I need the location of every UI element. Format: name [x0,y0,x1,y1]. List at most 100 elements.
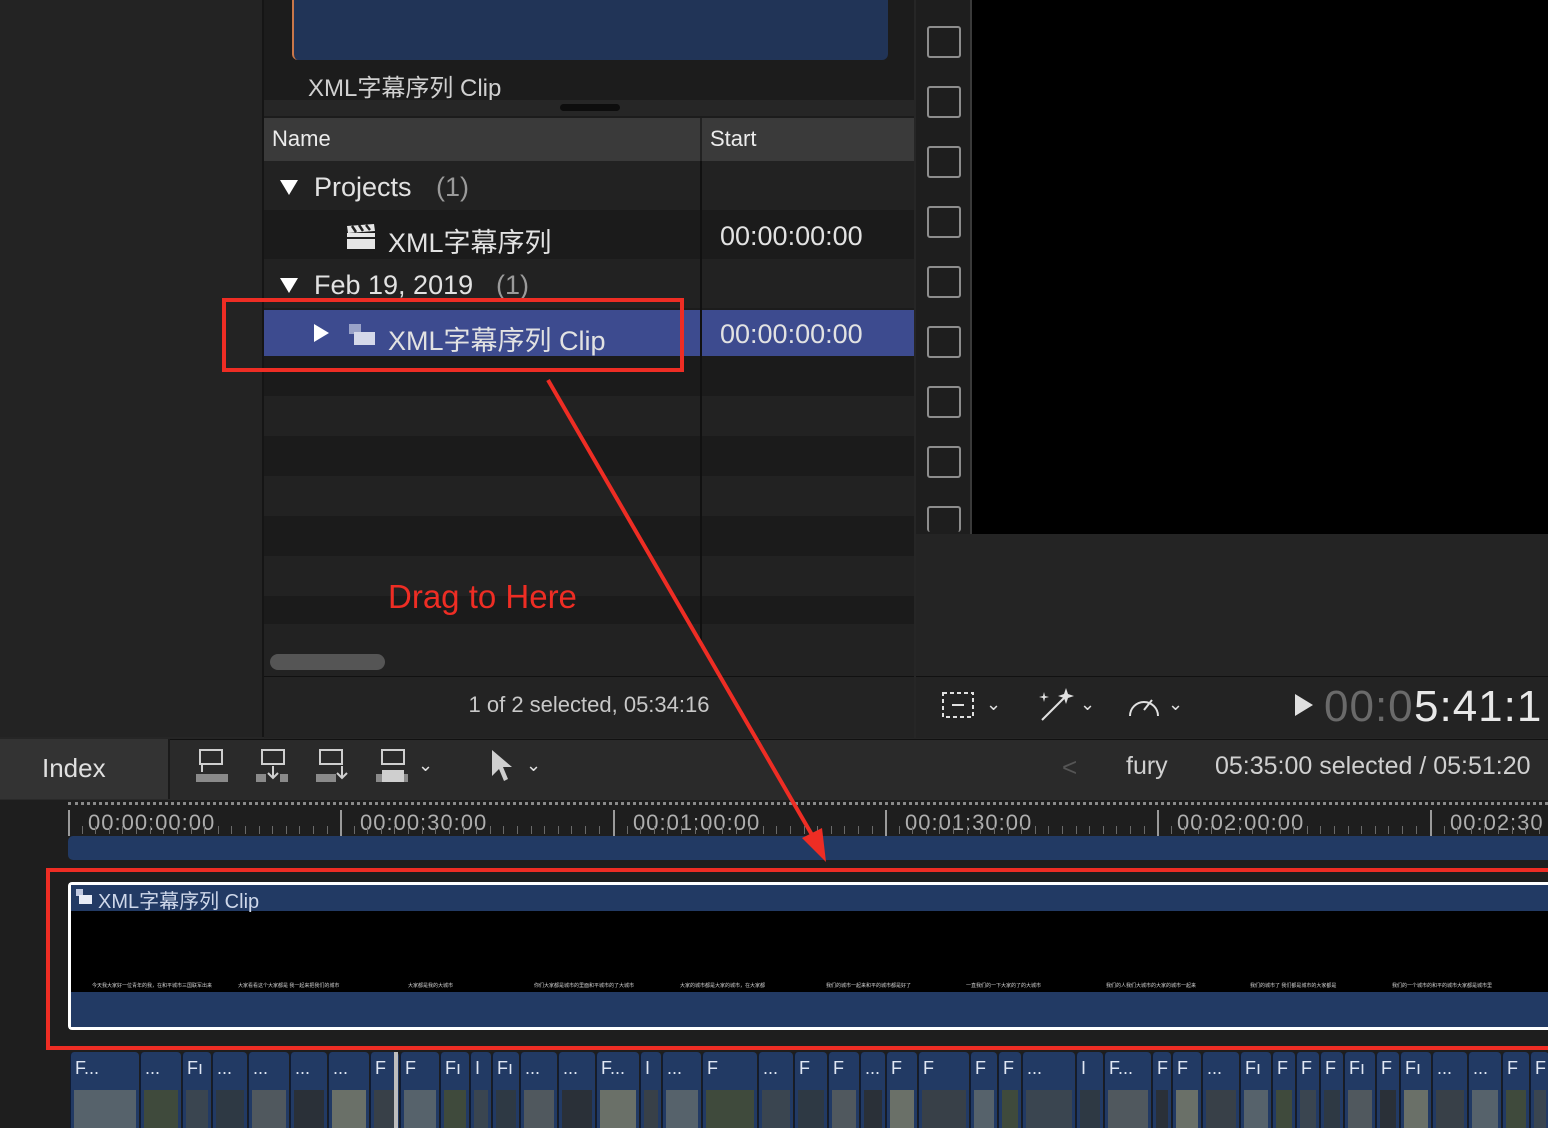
storyline-clip[interactable]: ... [558,1052,595,1128]
storyline-clip-label: F [1277,1058,1288,1078]
storyline-clip[interactable]: ... [520,1052,557,1128]
storyline-clip[interactable]: ... [328,1052,369,1128]
ruler-minor-tick [1512,826,1513,834]
storyline-clip[interactable]: Fı [182,1052,211,1128]
storyline-clip[interactable]: ... [248,1052,289,1128]
storyline-clip[interactable]: F [970,1052,997,1128]
select-arrow-icon[interactable] [488,748,514,784]
timecode-display[interactable]: 5:41:1 [1414,682,1542,732]
storyline-clip-label: ... [1437,1058,1453,1078]
storyline-clip[interactable]: F... [70,1052,139,1128]
skimmer-line[interactable] [394,1052,398,1128]
ruler-minor-tick [1062,826,1063,834]
storyline-clip-label: F... [601,1058,626,1078]
storyline-clip[interactable]: I [640,1052,661,1128]
storyline-clip[interactable]: ... [290,1052,327,1128]
ruler-minor-tick [899,826,900,834]
annotation-highlight-source [222,298,684,372]
column-header-start[interactable]: Start [710,126,756,152]
frame-hole [927,386,961,418]
ruler-minor-tick [95,826,96,834]
viewer-canvas[interactable] [972,0,1548,534]
overwrite-clip-icon[interactable] [374,748,408,782]
back-arrow-icon[interactable]: < [1062,752,1077,783]
storyline-clip[interactable]: Fı [1400,1052,1431,1128]
speed-gauge-icon[interactable] [1126,690,1162,722]
storyline-clip[interactable]: F [794,1052,827,1128]
connect-clip-icon[interactable] [194,748,228,782]
play-icon[interactable] [1295,694,1313,716]
chevron-down-icon[interactable]: ⌄ [1168,694,1183,715]
storyline-clip[interactable]: ... [662,1052,701,1128]
storyline-clip[interactable]: F [998,1052,1021,1128]
chevron-down-icon[interactable]: ⌄ [526,755,541,776]
storyline-clip[interactable]: F [1320,1052,1343,1128]
storyline-clip[interactable]: F... [596,1052,639,1128]
storyline-clip[interactable]: F [918,1052,969,1128]
disclosure-triangle-expanded[interactable] [280,180,298,195]
column-header-name[interactable]: Name [272,126,331,152]
storyline-clip[interactable]: ... [860,1052,885,1128]
project-name[interactable]: XML字幕序列 [388,221,552,260]
storyline-clip[interactable]: F [1152,1052,1171,1128]
storyline-clip[interactable]: ... [212,1052,247,1128]
storyline-clip-thumbnail [864,1090,882,1128]
ruler-minor-tick [408,826,409,834]
storyline-clip-label: ... [563,1058,579,1078]
ruler-minor-tick [1307,826,1308,834]
storyline-clip[interactable]: F [1376,1052,1399,1128]
ruler-minor-tick [463,826,464,834]
storyline-clip[interactable]: I [470,1052,491,1128]
insert-clip-icon[interactable] [254,748,288,782]
ruler-minor-tick [1035,826,1036,834]
transform-icon[interactable] [940,690,976,720]
storyline-clip[interactable]: ... [1432,1052,1467,1128]
storyline-clip-thumbnail [644,1090,658,1128]
storyline-clip[interactable]: F... [1104,1052,1151,1128]
storyline-clip[interactable]: ... [1468,1052,1501,1128]
storyline-clip[interactable]: Fı [1344,1052,1375,1128]
storyline-clip-thumbnail [1436,1090,1464,1128]
storyline-clip[interactable]: F [1296,1052,1319,1128]
storyline-clip[interactable]: ... [758,1052,793,1128]
chevron-down-icon[interactable]: ⌄ [418,755,433,776]
append-clip-icon[interactable] [314,748,348,782]
ruler-minor-tick [1239,826,1240,834]
storyline-clip[interactable]: F [1502,1052,1529,1128]
storyline-clip[interactable]: I [1076,1052,1103,1128]
compound-clip-start: 00:00:00:00 [720,319,863,349]
storyline-clip[interactable]: F [828,1052,859,1128]
storyline-clip[interactable]: Fı [440,1052,469,1128]
storyline-clip[interactable]: F [1172,1052,1201,1128]
ruler-minor-tick [1089,826,1090,834]
storyline-clip[interactable]: Fı [1240,1052,1271,1128]
chevron-down-icon[interactable]: ⌄ [986,694,1001,715]
storyline-clip[interactable]: F [1272,1052,1295,1128]
ruler-minor-tick [1320,826,1321,834]
annotation-highlight-target [46,868,1548,1050]
column-separator[interactable] [700,118,702,161]
storyline-clip[interactable]: F [702,1052,757,1128]
timecode-leading: 00:0 [1324,682,1414,731]
filmstrip-clip-thumbnail[interactable] [292,0,888,60]
chevron-down-icon[interactable]: ⌄ [1080,694,1095,715]
storyline-clip[interactable]: ... [1202,1052,1239,1128]
disclosure-triangle-expanded[interactable] [280,278,298,293]
storyline-clip-label: Fı [187,1058,203,1078]
storyline-clip[interactable]: F [400,1052,439,1128]
storyline-clip-label: F [833,1058,844,1078]
storyline-clip[interactable]: ... [140,1052,181,1128]
storyline-clip[interactable]: Fı [492,1052,519,1128]
ruler-minor-tick [177,826,178,834]
storyline-clip-thumbnail [1472,1090,1498,1128]
storyline-clip[interactable]: F [886,1052,917,1128]
storyline-clip[interactable]: ... [1022,1052,1075,1128]
horizontal-scrollbar[interactable] [270,654,385,670]
storyline-clip[interactable]: F [1530,1052,1548,1128]
divider-drag-handle[interactable] [560,104,620,111]
ruler-minor-tick [1361,826,1362,834]
enhance-wand-icon[interactable] [1036,686,1076,724]
storyline-clip-label: ... [763,1058,779,1078]
frame-hole [927,446,961,478]
storyline-clip-label: ... [1207,1058,1223,1078]
